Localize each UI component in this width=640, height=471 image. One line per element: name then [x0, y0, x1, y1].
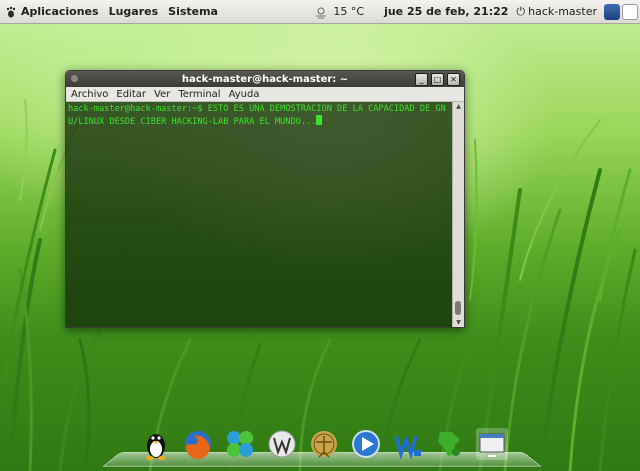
- tux-icon[interactable]: [140, 428, 172, 460]
- clock[interactable]: jue 25 de feb, 21:22: [384, 5, 508, 18]
- wikipedia-icon[interactable]: [266, 428, 298, 460]
- power-icon: ⏻: [516, 4, 526, 18]
- menu-terminal[interactable]: Terminal: [178, 89, 220, 100]
- menu-applications[interactable]: Aplicaciones: [21, 5, 99, 18]
- scroll-down-arrow-icon[interactable]: ▼: [454, 318, 463, 327]
- terminal-scrollbar[interactable]: ▲ ▼: [452, 102, 464, 327]
- maximize-button[interactable]: □: [431, 73, 444, 86]
- menu-places[interactable]: Lugares: [109, 5, 159, 18]
- window-titlebar[interactable]: hack-master@hack-master: ~ _ □ ✕: [66, 71, 464, 87]
- window-switcher-icon[interactable]: [476, 428, 508, 460]
- user-menu[interactable]: ⏻ hack-master: [516, 5, 597, 19]
- close-button[interactable]: ✕: [447, 73, 460, 86]
- terminal-menubar: Archivo Editar Ver Terminal Ayuda: [66, 87, 464, 102]
- window-menu-icon[interactable]: [71, 75, 78, 82]
- minimize-button[interactable]: _: [415, 73, 428, 86]
- dock: [140, 428, 508, 460]
- weather-temperature: 15 °C: [333, 5, 365, 18]
- menu-archivo[interactable]: Archivo: [71, 89, 108, 100]
- media-player-icon[interactable]: [350, 428, 382, 460]
- scrollbar-thumb[interactable]: [455, 301, 461, 315]
- weather-icon: [316, 7, 327, 18]
- terminal-output[interactable]: hack-master@hack-master:~$ ESTO ES UNA D…: [66, 102, 453, 327]
- terminal-text: hack-master@hack-master:~$ ESTO ES UNA D…: [68, 104, 446, 127]
- menu-editar[interactable]: Editar: [116, 89, 146, 100]
- gnome-foot-icon[interactable]: [5, 6, 17, 18]
- vitruvian-icon[interactable]: [308, 428, 340, 460]
- weather-applet[interactable]: 15 °C: [314, 5, 364, 19]
- top-panel: Aplicaciones Lugares Sistema 15 °C jue 2…: [0, 0, 640, 24]
- menu-ayuda[interactable]: Ayuda: [229, 89, 260, 100]
- menu-ver[interactable]: Ver: [154, 89, 170, 100]
- firefox-icon[interactable]: [182, 428, 214, 460]
- menu-system[interactable]: Sistema: [168, 5, 218, 18]
- terminal-window[interactable]: hack-master@hack-master: ~ _ □ ✕ Archivo…: [65, 70, 465, 328]
- terminal-cursor: [316, 115, 323, 125]
- inkscape-icon[interactable]: [434, 428, 466, 460]
- window-title: hack-master@hack-master: ~: [181, 73, 349, 85]
- writer-icon[interactable]: [392, 428, 424, 460]
- pidgin-icon[interactable]: [224, 428, 256, 460]
- network-tray-icon[interactable]: [604, 3, 620, 20]
- notification-tray-icon[interactable]: [622, 3, 638, 20]
- scroll-up-arrow-icon[interactable]: ▲: [454, 102, 463, 111]
- username: hack-master: [528, 5, 597, 18]
